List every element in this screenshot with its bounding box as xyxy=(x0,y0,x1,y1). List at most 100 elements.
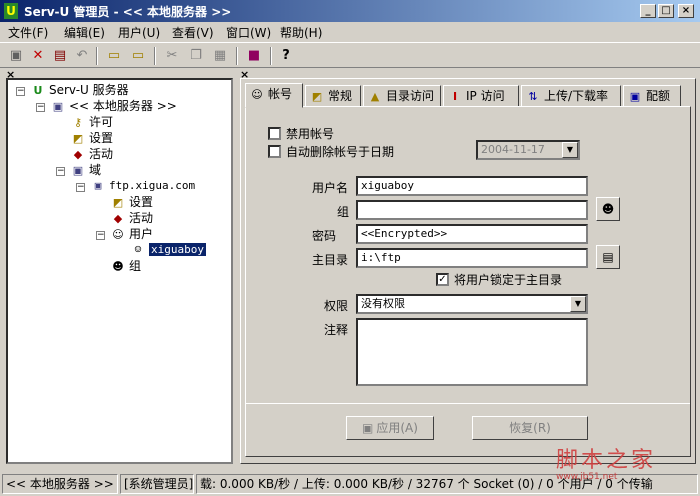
tree-label: 组 xyxy=(129,259,142,273)
lock-home-checkbox[interactable]: ✓ xyxy=(436,273,449,286)
tree-item-domain[interactable]: ▣ ftp.xigua.com xyxy=(90,178,195,194)
transfer-arrows-icon: ⇅ xyxy=(528,89,538,103)
status-role: [系统管理员] xyxy=(120,474,194,494)
status-server: << 本地服务器 >> xyxy=(2,474,118,494)
auto-delete-checkbox[interactable] xyxy=(268,145,281,158)
tree-item-activity[interactable]: ◆ 活动 xyxy=(70,146,113,162)
tree-label: Serv-U 服务器 xyxy=(49,83,129,97)
notes-textarea[interactable] xyxy=(356,318,588,386)
domain-icon: ▣ xyxy=(72,163,84,177)
users-icon: ☺ xyxy=(112,227,124,241)
menu-user[interactable]: 用户(U) xyxy=(118,24,160,41)
disable-account-label: 禁用帐号 xyxy=(286,127,335,141)
copy-icon[interactable]: ❐ xyxy=(186,46,206,66)
pane-splitter[interactable] xyxy=(234,66,239,466)
dropdown-arrow-icon[interactable]: ▼ xyxy=(562,142,578,158)
group-picker-button[interactable]: ☻ xyxy=(596,197,620,221)
tab-label: 上传/下载率 xyxy=(544,89,609,103)
refresh-folder-icon[interactable]: ▭ xyxy=(128,46,148,66)
window-title: Serv-U 管理员 - << 本地服务器 >> xyxy=(24,5,232,19)
notes-label: 注释 xyxy=(324,323,349,337)
key-icon: ⚷ xyxy=(73,115,83,129)
tab-account[interactable]: ☺ 帐号 xyxy=(245,83,303,108)
tab-directory-access[interactable]: ▲ 目录访问 xyxy=(363,85,441,107)
menu-window[interactable]: 窗口(W) xyxy=(226,24,271,41)
paste-icon[interactable]: ▦ xyxy=(210,46,230,66)
tree-item-domain-activity[interactable]: ◆ 活动 xyxy=(110,210,153,226)
tab-general[interactable]: ◩ 常规 xyxy=(305,85,361,107)
tree-label: 设置 xyxy=(129,195,154,209)
disable-account-checkbox[interactable] xyxy=(268,127,281,140)
new-item-icon[interactable]: ▤ xyxy=(50,46,70,66)
settings-chart-icon: ◩ xyxy=(72,131,84,145)
tree-item-root[interactable]: U Serv-U 服务器 xyxy=(30,82,129,98)
delete-icon[interactable]: ✕ xyxy=(28,46,48,66)
revert-button[interactable]: 恢复(R) xyxy=(472,416,588,440)
tree-label: 许可 xyxy=(89,115,114,129)
maximize-button[interactable]: □ xyxy=(658,4,674,18)
save-icon[interactable]: ▣ xyxy=(6,46,26,66)
tab-transfer-rate[interactable]: ⇅ 上传/下载率 xyxy=(521,85,621,107)
tree-item-license[interactable]: ⚷ 许可 xyxy=(70,114,113,130)
tab-label: 配额 xyxy=(646,89,671,103)
group-field[interactable] xyxy=(356,200,588,220)
tab-strip: ☺ 帐号 ◩ 常规 ▲ 目录访问 I IP 访问 ⇅ 上传/下载率 ▣ 配额 xyxy=(245,83,691,108)
dropdown-arrow-icon[interactable]: ▼ xyxy=(570,296,586,312)
checkmark-icon: ✓ xyxy=(438,274,447,285)
apply-disk-icon: ▣ xyxy=(362,421,374,435)
tab-label: 常规 xyxy=(328,89,353,103)
help-icon[interactable]: ? xyxy=(276,46,296,66)
privilege-select[interactable]: 没有权限 ▼ xyxy=(356,294,588,314)
tree-label: ftp.xigua.com xyxy=(109,179,196,192)
tree-item-local-server[interactable]: ▣ << 本地服务器 >> xyxy=(50,98,177,114)
browse-directory-button[interactable]: ▤ xyxy=(596,245,620,269)
watermark-url: www.jb51.net xyxy=(556,472,618,482)
tree-expander[interactable]: − xyxy=(56,167,65,176)
tree-expander[interactable]: − xyxy=(16,87,25,96)
toolbar-separator xyxy=(96,47,98,65)
lock-home-label: 将用户锁定于主目录 xyxy=(454,273,563,287)
tree-expander[interactable]: − xyxy=(76,183,85,192)
tree-label: xiguaboy xyxy=(149,243,206,256)
apply-button-label: 应用(A) xyxy=(376,421,418,435)
folder-up-icon[interactable]: ▭ xyxy=(104,46,124,66)
tab-ip-access[interactable]: I IP 访问 xyxy=(443,85,519,107)
tree-item-users[interactable]: ☺ 用户 xyxy=(110,226,153,242)
menu-edit[interactable]: 编辑(E) xyxy=(64,24,105,41)
book-icon[interactable]: ■ xyxy=(244,46,264,66)
settings-chart-icon: ◩ xyxy=(311,89,323,103)
toolbar-separator xyxy=(154,47,156,65)
tab-quota[interactable]: ▣ 配额 xyxy=(623,85,681,107)
auto-delete-date-field[interactable]: 2004-11-17 ▼ xyxy=(476,140,580,160)
menu-view[interactable]: 查看(V) xyxy=(172,24,214,41)
quota-icon: ▣ xyxy=(629,89,641,103)
tree-item-user[interactable]: ☺ xiguaboy xyxy=(130,242,206,258)
watermark-logo: 脚本之家 xyxy=(556,448,657,473)
username-field[interactable]: xiguaboy xyxy=(356,176,588,196)
activity-icon: ◆ xyxy=(113,211,123,225)
tree-expander[interactable]: − xyxy=(36,103,45,112)
menu-file[interactable]: 文件(F) xyxy=(8,24,48,41)
menu-help[interactable]: 帮助(H) xyxy=(280,24,322,41)
lock-icon: ▲ xyxy=(370,89,380,103)
home-directory-field[interactable]: i:\ftp xyxy=(356,248,588,268)
password-field[interactable]: <<Encrypted>> xyxy=(356,224,588,244)
tree-item-domains[interactable]: ▣ 域 xyxy=(70,162,101,178)
password-label: 密码 xyxy=(312,229,337,243)
cut-icon[interactable]: ✂ xyxy=(162,46,182,66)
tree-expander[interactable]: − xyxy=(96,231,105,240)
privilege-label: 权限 xyxy=(324,299,349,313)
toolbar-separator xyxy=(236,47,238,65)
minimize-button[interactable]: _ xyxy=(640,4,656,18)
tree-label: 活动 xyxy=(89,147,114,161)
tree-item-domain-settings[interactable]: ◩ 设置 xyxy=(110,194,153,210)
toolbar: ▣ ✕ ▤ ↶ ▭ ▭ ✂ ❐ ▦ ■ ? xyxy=(0,42,700,68)
undo-icon[interactable]: ↶ xyxy=(72,46,92,66)
close-window-button[interactable]: × xyxy=(678,4,694,18)
username-label: 用户名 xyxy=(312,181,349,195)
tree-label: 设置 xyxy=(89,131,114,145)
tree-item-settings[interactable]: ◩ 设置 xyxy=(70,130,113,146)
tree-label: 域 xyxy=(89,163,102,177)
apply-button[interactable]: ▣ 应用(A) xyxy=(346,416,434,440)
tree-item-groups[interactable]: ☻ 组 xyxy=(110,258,141,274)
